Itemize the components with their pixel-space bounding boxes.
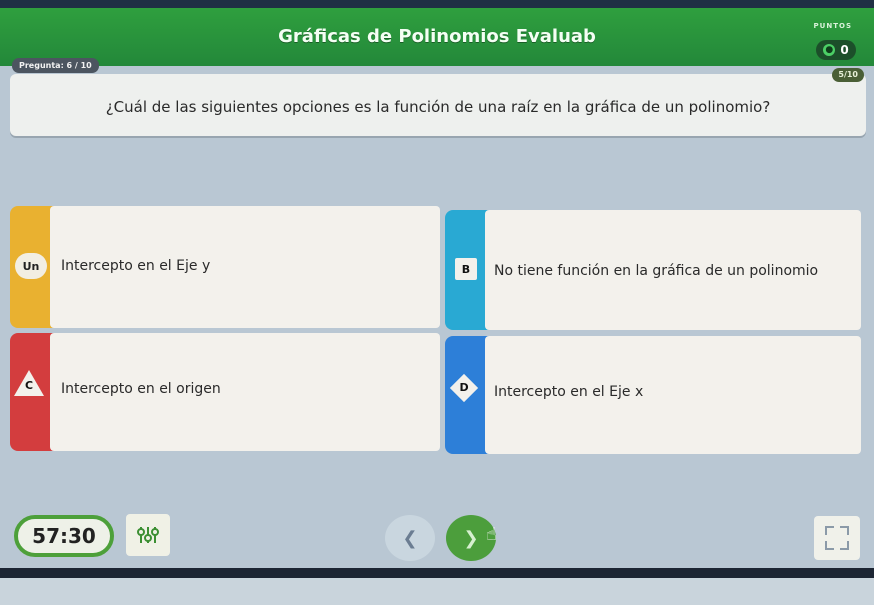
sliders-icon — [137, 527, 159, 543]
header: Gráficas de Polinomios Evaluab PUNTOS ● … — [0, 8, 874, 66]
settings-button[interactable] — [126, 514, 170, 556]
question-text: ¿Cuál de las siguientes opciones es la f… — [105, 98, 771, 116]
points-value: 0 — [840, 43, 849, 57]
option-d-text[interactable]: Intercepto en el Eje x — [494, 384, 643, 400]
option-a-label: Un — [15, 253, 47, 279]
bottom-bar — [0, 568, 874, 578]
points-label: PUNTOS — [813, 22, 852, 30]
previous-button[interactable]: ❮ — [385, 515, 435, 561]
chevron-right-icon: ❯ — [463, 527, 479, 549]
chevron-left-icon: ❮ — [402, 527, 418, 549]
points-icon: ● — [823, 44, 836, 56]
fullscreen-button[interactable] — [814, 516, 860, 560]
option-c-label: C — [25, 379, 34, 392]
top-strip — [0, 0, 874, 8]
option-a-text[interactable]: Intercepto en el Eje y — [61, 258, 210, 274]
hand-cursor-icon: ☝ — [486, 524, 497, 545]
option-b-text[interactable]: No tiene función en la gráfica de un pol… — [494, 263, 818, 279]
timer: 57:30 — [14, 515, 114, 557]
option-c-triangle-icon: C — [14, 370, 44, 396]
question-counter: Pregunta: 6 / 10 — [12, 58, 99, 73]
screen-bezel — [0, 578, 874, 605]
page-title: Gráficas de Polinomios Evaluab — [278, 26, 596, 47]
points-badge: ● 0 — [816, 40, 856, 60]
option-c-text[interactable]: Intercepto en el origen — [61, 381, 221, 397]
option-b-label: B — [455, 258, 477, 280]
option-d-label: D — [459, 380, 469, 394]
progress-badge: 5/10 — [832, 68, 864, 82]
question-card: ¿Cuál de las siguientes opciones es la f… — [10, 74, 866, 136]
